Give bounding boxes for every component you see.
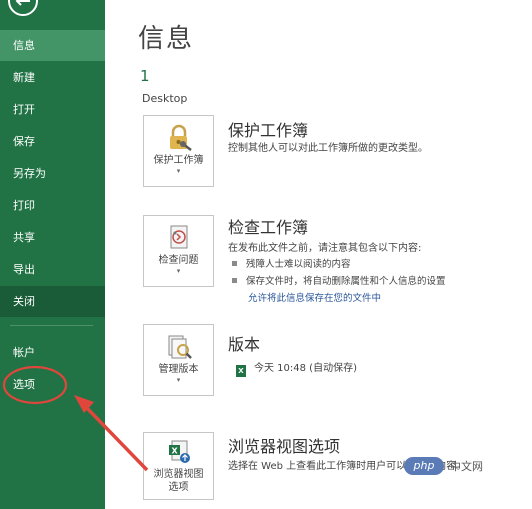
watermark-badge: php <box>404 457 444 475</box>
watermark-text: 中文网 <box>450 460 483 473</box>
annotation-arrow <box>82 403 149 472</box>
annotation-overlay <box>2 365 149 472</box>
annotation-circle <box>2 365 68 405</box>
